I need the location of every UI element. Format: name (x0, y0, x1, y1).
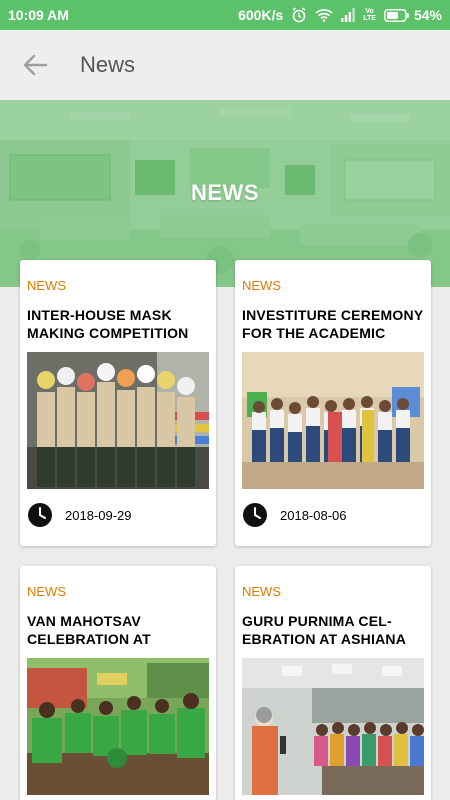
news-card[interactable]: NEWS INVESTITURE CEREMONY FOR THE ACADEM… (235, 260, 431, 546)
news-title: INVESTITURE CEREMONY FOR THE ACADEMIC (242, 307, 424, 341)
news-category: NEWS (27, 278, 66, 293)
news-title: VAN MAHOTSAV CELEBRATION AT (27, 613, 151, 647)
battery-indicator: 54% (384, 7, 442, 23)
news-card[interactable]: NEWS VAN MAHOTSAV CELEBRATION AT (20, 566, 216, 800)
status-time: 10:09 AM (8, 7, 69, 23)
news-title: INTER-HOUSE MASK MAKING COMPETITION (27, 307, 189, 341)
news-photo (27, 658, 209, 795)
news-photo (242, 658, 424, 795)
news-date: 2018-08-06 (280, 507, 347, 523)
wifi-icon (315, 8, 333, 22)
status-bar: 10:09 AM 600K/s Vo LTE 54% (0, 0, 450, 30)
battery-icon (384, 8, 409, 22)
battery-percent: 54% (413, 7, 442, 23)
news-category: NEWS (242, 278, 281, 293)
news-title: GURU PURNIMA CEL-EBRATION AT ASHIANA (242, 613, 407, 647)
news-date: 2018-09-29 (65, 507, 132, 523)
page-title: News (80, 52, 136, 77)
hero-title: NEWS (191, 180, 259, 205)
app-bar: News (0, 30, 450, 100)
news-meta: 2018-08-06 (242, 502, 347, 528)
clock-icon (243, 503, 267, 527)
hero-banner: NEWS (0, 100, 450, 287)
news-photo (242, 352, 424, 489)
news-meta: 2018-09-29 (27, 502, 132, 528)
network-speed: 600K/s (238, 7, 284, 23)
news-category: NEWS (242, 584, 281, 599)
news-photo (27, 352, 209, 489)
news-category: NEWS (27, 584, 66, 599)
news-card[interactable]: NEWS INTER-HOUSE MASK MAKING COMPETITION (20, 260, 216, 546)
alarm-icon (291, 7, 307, 23)
news-card[interactable]: NEWS GURU PURNIMA CEL-EBRATION AT ASHIAN… (235, 566, 431, 800)
volte-icon: Vo LTE (363, 8, 376, 22)
back-button[interactable] (0, 30, 70, 100)
clock-icon (28, 503, 52, 527)
signal-icon (341, 8, 356, 22)
arrow-back-icon (23, 54, 48, 76)
